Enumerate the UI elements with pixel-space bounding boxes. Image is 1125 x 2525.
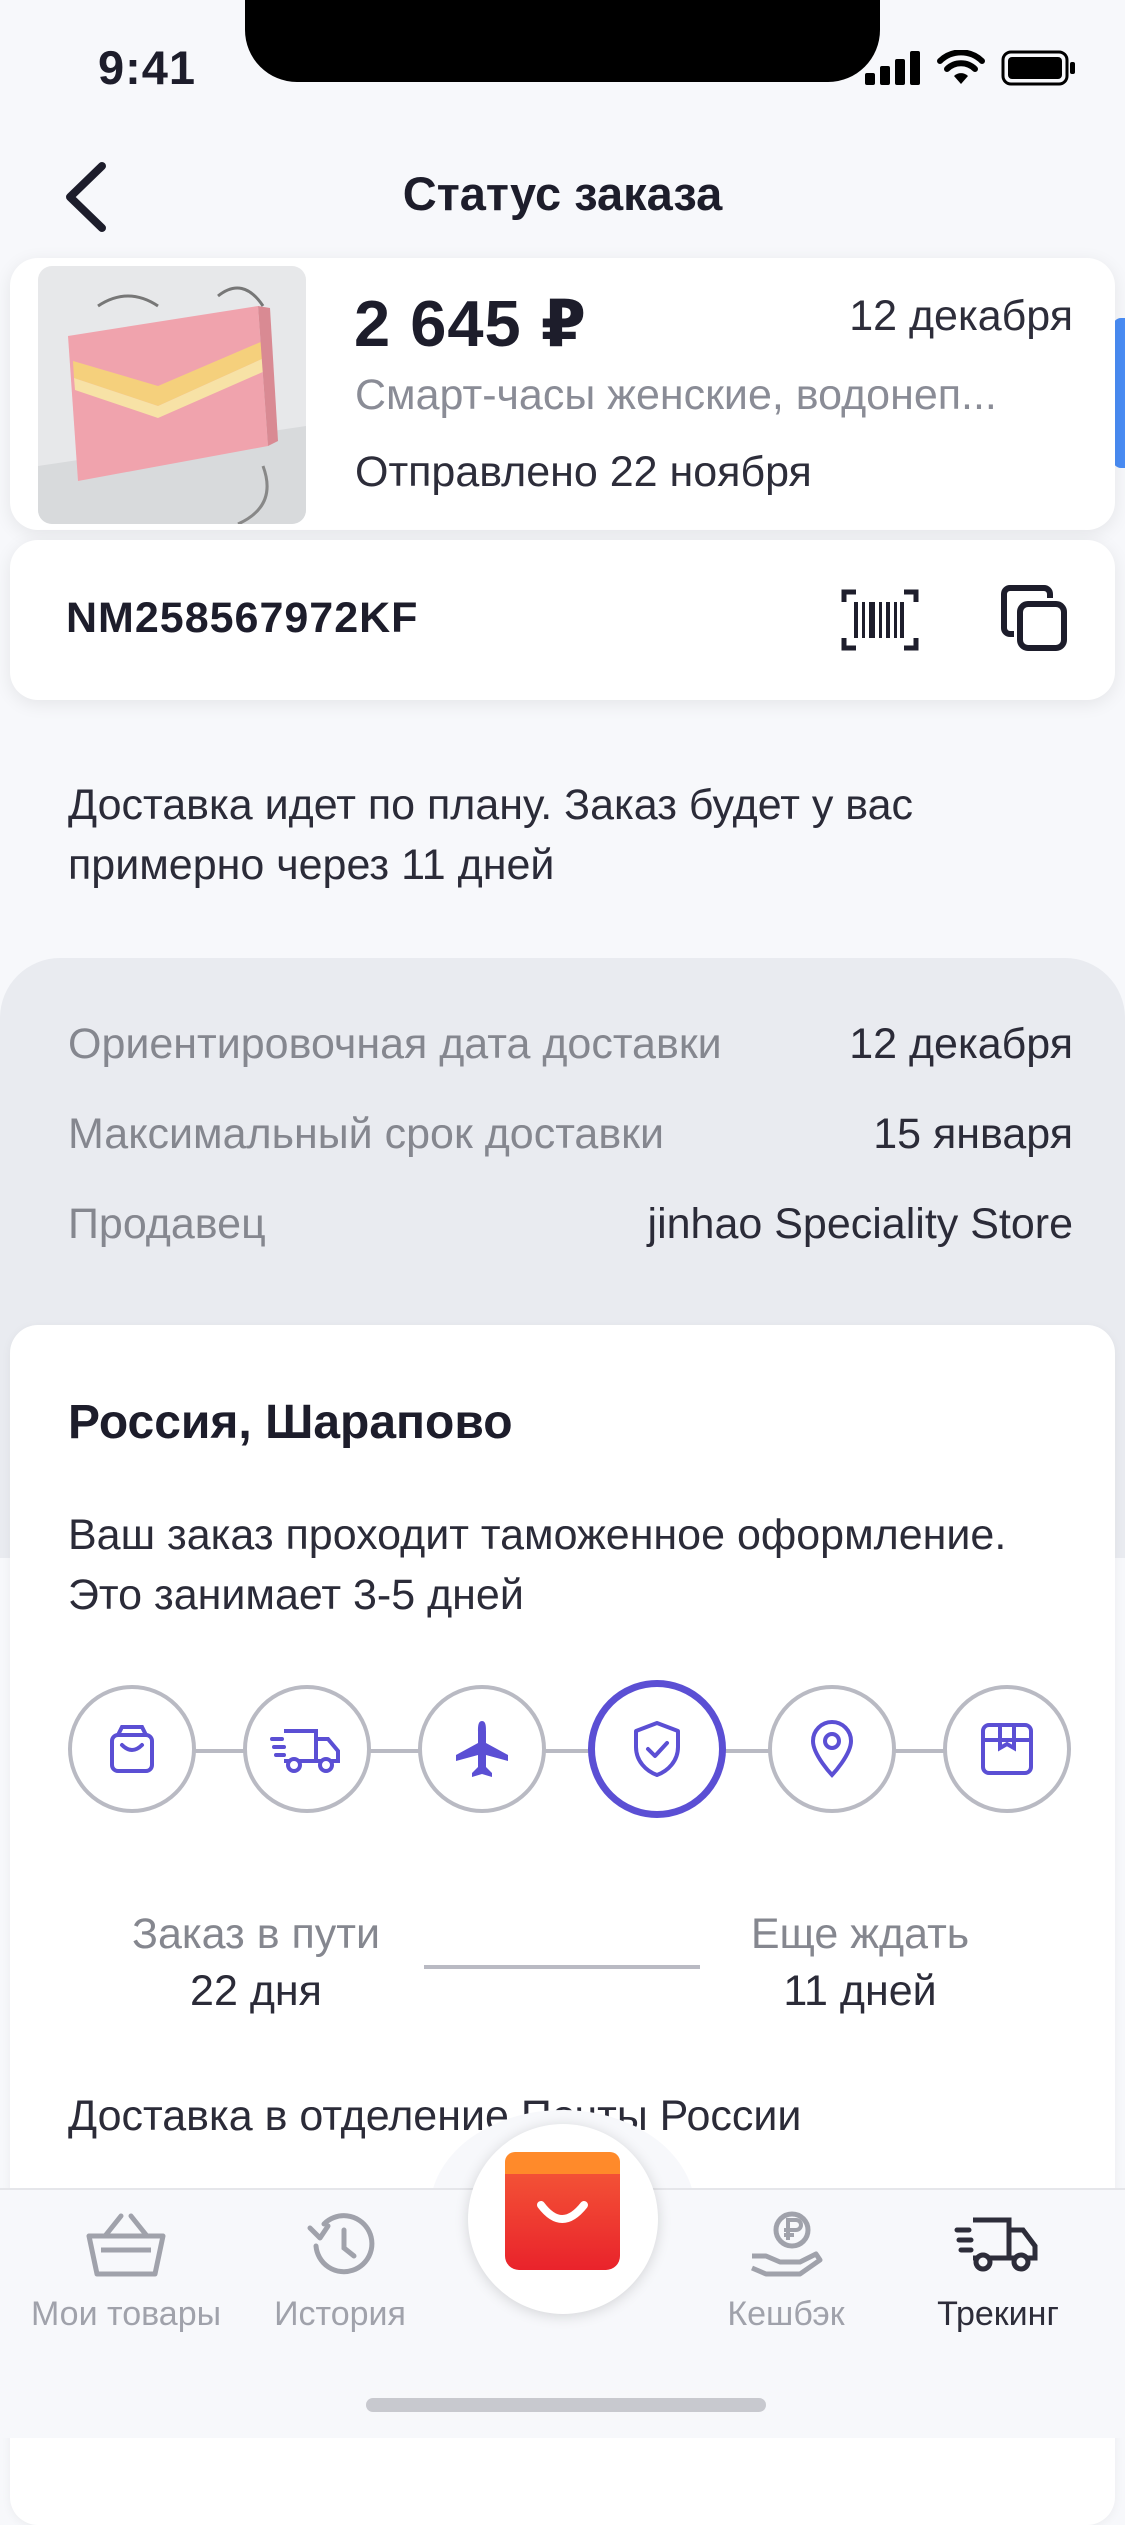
- truck-icon: [954, 2217, 1038, 2272]
- detail-row: Ориентировочная дата доставки 12 декабря: [68, 1020, 1073, 1069]
- page-title: Статус заказа: [402, 167, 723, 220]
- basket-icon: [86, 2213, 166, 2277]
- truck-icon: [270, 1729, 340, 1773]
- device-notch: [245, 0, 880, 82]
- cashback-icon: [751, 2211, 823, 2277]
- aliexpress-bag-top: [505, 2152, 620, 2174]
- product-name: Смарт-часы женские, водонеп...: [355, 371, 997, 419]
- seller-name[interactable]: jinhao Speciality Store: [648, 1200, 1073, 1249]
- nav-label: Кешбэк: [727, 2295, 845, 2333]
- home-indicator: [366, 2398, 766, 2412]
- delivery-status-message: Доставка идет по плану. Заказ будет у ва…: [68, 781, 914, 889]
- shield-check-icon: [634, 1721, 680, 1777]
- in-transit-value: 22 дня: [190, 1967, 322, 2015]
- product-image: [38, 266, 306, 524]
- detail-row: Продавец jinhao Speciality Store: [68, 1200, 1073, 1249]
- wait-label: Еще ждать: [750, 1910, 970, 1958]
- tracking-number-card: NM258567972KF: [10, 540, 1115, 700]
- signal-icon: [865, 51, 920, 85]
- location-pin-icon: [810, 1720, 854, 1778]
- box-icon: [981, 1723, 1033, 1775]
- nav-history[interactable]: История: [230, 2210, 450, 2334]
- detail-value: 12 декабря: [849, 1020, 1073, 1068]
- detail-row: Максимальный срок доставки 15 января: [68, 1110, 1073, 1159]
- plane-icon: [456, 1721, 508, 1777]
- tracking-steps: [68, 1680, 1071, 1825]
- wait-value: 11 дней: [783, 1967, 937, 2015]
- status-icons: [865, 48, 1077, 88]
- detail-key: Максимальный срок доставки: [68, 1110, 665, 1158]
- copy-icon[interactable]: [1000, 584, 1070, 654]
- in-transit-label: Заказ в пути: [131, 1910, 381, 1958]
- wait-stat: Еще ждать 11 дней: [610, 1910, 1110, 2016]
- tracking-number: NM258567972KF: [66, 594, 419, 642]
- battery-icon: [1001, 50, 1075, 86]
- product-card[interactable]: 2 645 ₽ 12 декабря Смарт-часы женские, в…: [10, 258, 1115, 530]
- shipped-date: Отправлено 22 ноября: [355, 448, 812, 496]
- nav-my-items[interactable]: Мои товары: [16, 2210, 236, 2334]
- nav-label: Трекинг: [937, 2295, 1059, 2333]
- order-date: 12 декабря: [849, 292, 1073, 340]
- nav-tracking[interactable]: Трекинг: [888, 2210, 1108, 2334]
- step-in-flight[interactable]: [418, 1685, 546, 1813]
- detail-key: Продавец: [68, 1200, 266, 1248]
- location-city: Россия, Шарапово: [68, 1396, 513, 1449]
- detail-key: Ориентировочная дата доставки: [68, 1020, 722, 1068]
- delivery-point: Доставка в отделение Почты России: [68, 2092, 802, 2140]
- barcode-icon[interactable]: [840, 588, 920, 652]
- location-description: Ваш заказ проходит таможенное оформление…: [68, 1511, 1007, 1619]
- nav-cashback[interactable]: Кешбэк: [676, 2210, 896, 2334]
- in-transit-stat: Заказ в пути 22 дня: [10, 1910, 502, 2016]
- nav-label: История: [274, 2295, 406, 2333]
- step-customs[interactable]: [588, 1680, 726, 1818]
- product-price: 2 645 ₽: [354, 287, 587, 360]
- step-ordered[interactable]: [68, 1685, 196, 1813]
- detail-value: 15 января: [873, 1110, 1073, 1158]
- step-shipped[interactable]: [243, 1685, 371, 1813]
- status-time: 9:41: [98, 41, 197, 94]
- step-arrived[interactable]: [768, 1685, 896, 1813]
- bag-icon: [110, 1725, 154, 1773]
- nav-label: Мои товары: [30, 2295, 222, 2333]
- step-delivered[interactable]: [943, 1685, 1071, 1813]
- history-icon: [307, 2213, 375, 2275]
- wifi-icon: [937, 50, 985, 84]
